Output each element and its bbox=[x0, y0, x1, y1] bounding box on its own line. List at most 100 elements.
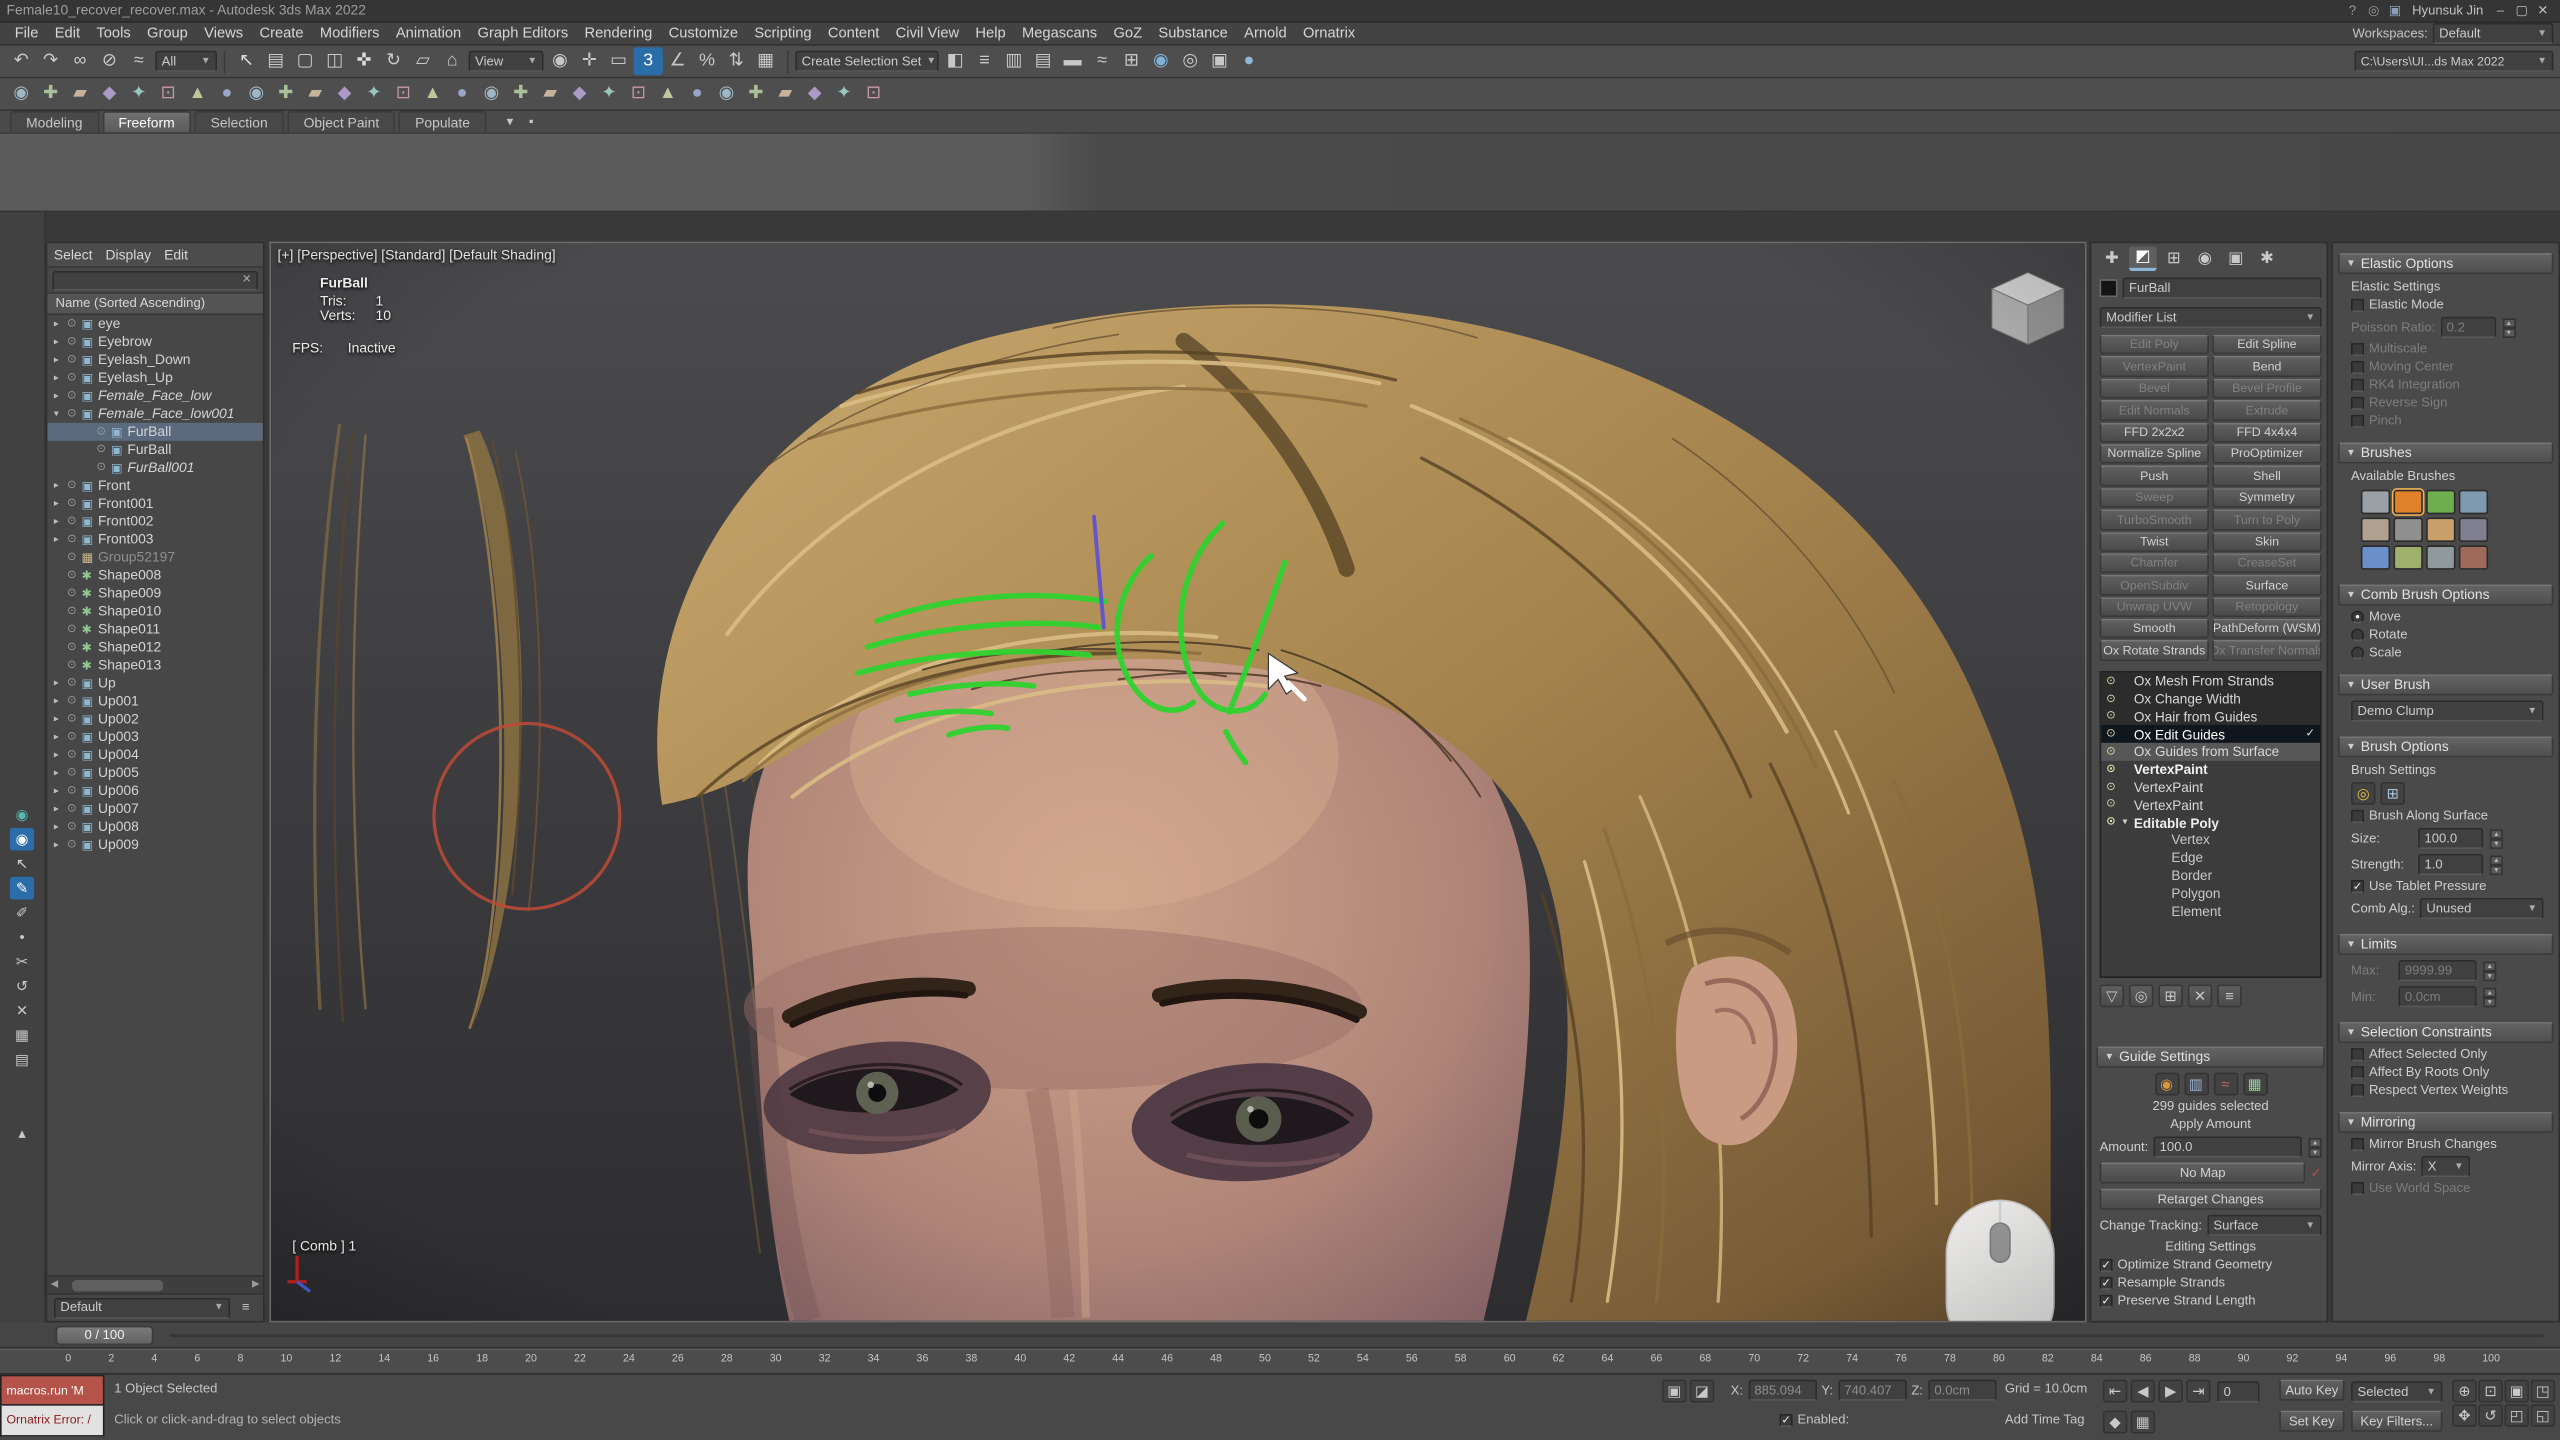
motion-tab[interactable]: ◉ bbox=[2191, 247, 2219, 271]
guide-tool-icon-4[interactable]: ▦ bbox=[2242, 1073, 2266, 1096]
ox-toolbar-icon-11[interactable]: ▰ bbox=[300, 80, 329, 108]
time-config-button[interactable]: ▦ bbox=[2131, 1411, 2155, 1434]
ox-toolbar-icon-6[interactable]: ⊡ bbox=[153, 80, 182, 108]
brush-slot-6[interactable] bbox=[2393, 518, 2422, 542]
expand-arrow-icon[interactable]: ▸ bbox=[54, 355, 67, 365]
zoom-icon[interactable]: ⊕ bbox=[2452, 1380, 2476, 1403]
ox-toolbar-icon-18[interactable]: ✚ bbox=[506, 80, 535, 108]
select-manipulate-icon[interactable]: ✛ bbox=[575, 47, 604, 75]
size-field[interactable]: 100.0 bbox=[2418, 828, 2483, 849]
brush-slot-8[interactable] bbox=[2459, 518, 2488, 542]
ribbon-minimize-icon[interactable]: ▾ bbox=[499, 113, 520, 133]
modifier-stack-item[interactable]: ⊙ Ox Change Width bbox=[2101, 690, 2320, 708]
visibility-dot-icon[interactable]: ⊙ bbox=[67, 336, 82, 347]
modifier-button[interactable]: FFD 2x2x2 bbox=[2100, 422, 2209, 442]
expand-arrow-icon[interactable]: ▸ bbox=[54, 714, 67, 724]
ox-toolbar-icon-5[interactable]: ✦ bbox=[124, 80, 153, 108]
select-place-icon[interactable]: ⌂ bbox=[438, 47, 467, 75]
visibility-dot-icon[interactable]: ⊙ bbox=[67, 642, 82, 653]
ox-toolbar-icon-29[interactable]: ✦ bbox=[829, 80, 858, 108]
brush-slot-2[interactable] bbox=[2393, 490, 2422, 514]
explorer-menu[interactable]: Display bbox=[106, 248, 152, 262]
elastic-option-checkbox[interactable]: Reverse Sign bbox=[2351, 397, 2553, 410]
ribbon-tab[interactable]: Object Paint bbox=[287, 110, 395, 132]
guide-tool-icon-2[interactable]: ▥ bbox=[2184, 1073, 2208, 1096]
menu-item[interactable]: Content bbox=[820, 22, 888, 45]
explorer-h-scrollbar[interactable]: ◀ ▶ bbox=[47, 1275, 263, 1293]
hierarchy-tab[interactable]: ⊞ bbox=[2160, 247, 2188, 271]
pan-icon[interactable]: ✥ bbox=[2452, 1404, 2476, 1427]
brush-slot-5[interactable] bbox=[2361, 518, 2390, 542]
expand-arrow-icon[interactable]: ▸ bbox=[54, 517, 67, 527]
make-unique-icon[interactable]: ⊞ bbox=[2158, 984, 2182, 1007]
modifier-button[interactable]: Retopology bbox=[2212, 597, 2321, 617]
poisson-spinner[interactable]: ▲▼ bbox=[2502, 318, 2515, 338]
guide-settings-checkbox[interactable]: ✓Optimize Strand Geometry bbox=[2100, 1259, 2322, 1272]
scene-explorer-row[interactable]: ▸ ⊙ ▣ Front003 bbox=[47, 531, 263, 549]
select-by-name-icon[interactable]: ▤ bbox=[261, 47, 290, 75]
scene-explorer-row[interactable]: ⊙ ✱ Shape008 bbox=[47, 567, 263, 585]
key-filters-button[interactable]: Key Filters... bbox=[2351, 1411, 2442, 1432]
select-object-icon[interactable]: ↖ bbox=[232, 47, 261, 75]
help-icon[interactable]: ? bbox=[2342, 1, 2363, 21]
configure-modifier-sets-icon[interactable]: ≡ bbox=[2217, 984, 2241, 1007]
map-enable-icon[interactable]: ✓ bbox=[2311, 1167, 2322, 1180]
menu-item[interactable]: Scripting bbox=[746, 22, 819, 45]
brush-along-surface-checkbox[interactable]: Brush Along Surface bbox=[2351, 810, 2553, 823]
utilities-tab[interactable]: ✱ bbox=[2253, 247, 2281, 271]
ox-toolbar-icon-8[interactable]: ● bbox=[212, 80, 241, 108]
scrollbar-thumb[interactable] bbox=[71, 1279, 162, 1290]
modifier-toggle-icon[interactable]: ⊙ bbox=[2106, 764, 2122, 775]
elastic-option-checkbox[interactable]: Moving Center bbox=[2351, 361, 2553, 374]
brush-slot-3[interactable] bbox=[2426, 490, 2455, 514]
modifier-button[interactable]: Edit Normals bbox=[2100, 400, 2209, 420]
modifier-button[interactable]: Push bbox=[2100, 466, 2209, 486]
ox-toolbar-icon-14[interactable]: ⊡ bbox=[389, 80, 418, 108]
visibility-dot-icon[interactable]: ⊙ bbox=[67, 408, 82, 419]
visibility-dot-icon[interactable]: ⊙ bbox=[67, 803, 82, 814]
rendered-frame-icon[interactable]: ▣ bbox=[1205, 47, 1234, 75]
modifier-stack-item[interactable]: ⊙ VertexPaint bbox=[2101, 778, 2320, 796]
guide-tool-icon-3[interactable]: ≈ bbox=[2213, 1073, 2237, 1096]
ox-toolbar-icon-19[interactable]: ▰ bbox=[536, 80, 565, 108]
viewport-3d-canvas[interactable] bbox=[271, 243, 2085, 1321]
unlink-icon[interactable]: ⊘ bbox=[95, 47, 124, 75]
max-spinner[interactable]: ▲▼ bbox=[2483, 961, 2496, 981]
modifier-button[interactable]: CreaseSet bbox=[2212, 553, 2321, 573]
modifier-stack-item[interactable]: ⊙ Ox Mesh From Strands bbox=[2101, 673, 2320, 691]
zoom-region-icon[interactable]: ◳ bbox=[2531, 1380, 2555, 1403]
go-to-end-button[interactable]: ⇥ bbox=[2186, 1380, 2210, 1403]
modifier-stack-item[interactable]: ⊙ Ox Edit Guides ✓ bbox=[2101, 726, 2320, 744]
visibility-dot-icon[interactable]: ⊙ bbox=[67, 372, 82, 383]
modifier-button[interactable]: Bevel bbox=[2100, 378, 2209, 398]
ribbon-tab[interactable]: Populate bbox=[399, 110, 486, 132]
grid-tool-icon[interactable]: ▦ bbox=[10, 1024, 34, 1047]
ox-toolbar-icon-9[interactable]: ◉ bbox=[242, 80, 271, 108]
modifier-stack-item[interactable]: ⊙ ▾ Editable Poly bbox=[2101, 814, 2320, 832]
ribbon-toggle-icon[interactable]: ▬ bbox=[1058, 47, 1087, 75]
modifier-button[interactable]: Twist bbox=[2100, 531, 2209, 551]
menu-item[interactable]: Modifiers bbox=[312, 22, 388, 45]
menu-item[interactable]: Edit bbox=[47, 22, 89, 45]
named-selection-sets-icon[interactable]: ▦ bbox=[751, 47, 780, 75]
explorer-menu-icon[interactable]: ≡ bbox=[235, 1298, 256, 1318]
angle-snap-icon[interactable]: ∠ bbox=[663, 47, 692, 75]
ox-toolbar-icon-28[interactable]: ◆ bbox=[800, 80, 829, 108]
modifier-button[interactable]: Skin bbox=[2212, 531, 2321, 551]
brushes-header[interactable]: ▼Brushes bbox=[2338, 442, 2554, 463]
explorer-sort-header[interactable]: Name (Sorted Ascending) bbox=[47, 294, 263, 315]
lock-selection-icon[interactable]: ◪ bbox=[1690, 1380, 1714, 1403]
pencil-tool-icon[interactable]: ✐ bbox=[10, 901, 34, 924]
visibility-dot-icon[interactable]: ⊙ bbox=[67, 749, 82, 760]
window-crossing-icon[interactable]: ◫ bbox=[320, 47, 349, 75]
visibility-dot-icon[interactable]: ⊙ bbox=[67, 821, 82, 832]
visibility-dot-icon[interactable]: ⊙ bbox=[67, 785, 82, 796]
scene-explorer-row[interactable]: ▸ ⊙ ▣ Up003 bbox=[47, 728, 263, 746]
brush-falloff-icon[interactable]: ◎ bbox=[2351, 782, 2375, 805]
modifier-button[interactable]: Ox Transfer Normals bbox=[2212, 641, 2321, 661]
expand-arrow-icon[interactable]: ▸ bbox=[54, 391, 67, 401]
modifier-toggle-icon[interactable]: ⊙ bbox=[2106, 711, 2122, 722]
select-move-icon[interactable]: ✜ bbox=[349, 47, 378, 75]
pin-stack-icon[interactable]: ▽ bbox=[2100, 984, 2124, 1007]
mirror-axis-dropdown[interactable]: X▼ bbox=[2421, 1156, 2470, 1177]
